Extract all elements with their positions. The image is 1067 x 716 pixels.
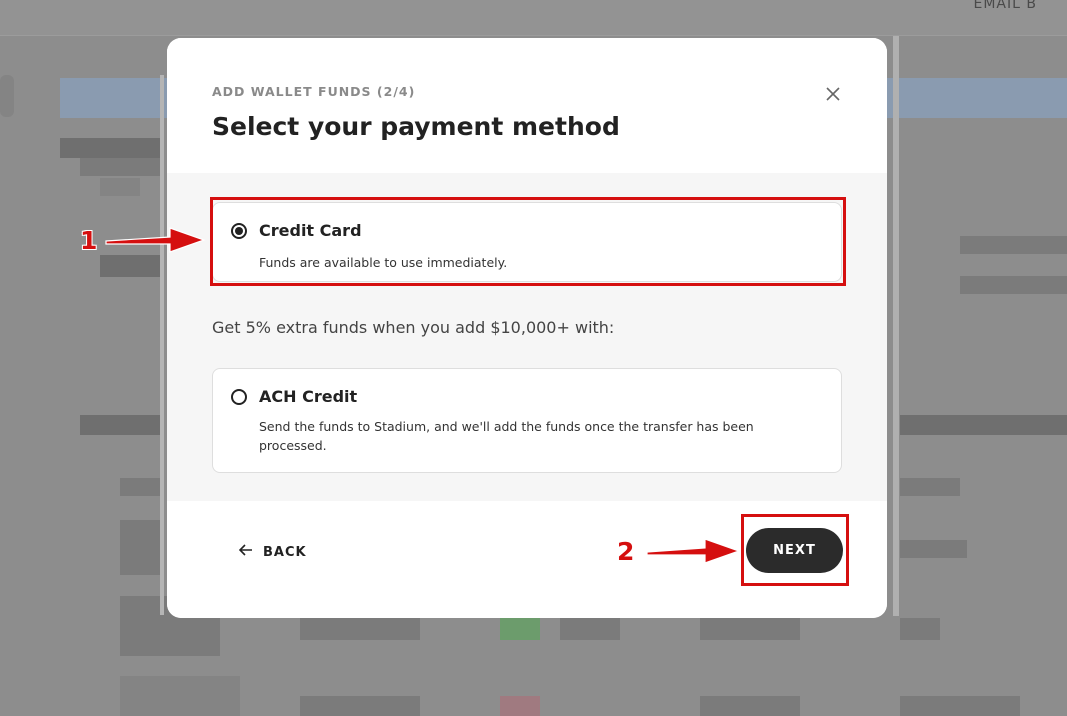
payment-option-credit-card[interactable]: Credit Card Funds are available to use i… bbox=[212, 202, 842, 282]
annotation-number-1: 1 bbox=[80, 226, 98, 255]
radio-unselected-icon[interactable] bbox=[231, 389, 247, 405]
background-block bbox=[120, 478, 160, 496]
background-block bbox=[100, 178, 140, 196]
back-button-label: BACK bbox=[263, 544, 307, 560]
background-block bbox=[960, 236, 1067, 254]
background-block bbox=[0, 75, 14, 117]
arrow-left-icon bbox=[238, 544, 253, 560]
add-wallet-funds-modal: ADD WALLET FUNDS (2/4) Select your payme… bbox=[167, 38, 887, 618]
background-block bbox=[120, 676, 240, 716]
background-block bbox=[120, 520, 160, 575]
background-block bbox=[80, 158, 160, 176]
background-block bbox=[900, 415, 1067, 435]
background-topbar: EMAIL B bbox=[0, 0, 1067, 36]
background-block bbox=[900, 540, 967, 558]
next-button[interactable]: NEXT bbox=[746, 528, 843, 573]
promo-text: Get 5% extra funds when you add $10,000+… bbox=[212, 318, 615, 337]
payment-option-description: Funds are available to use immediately. bbox=[259, 255, 508, 270]
back-button[interactable]: BACK bbox=[238, 540, 307, 564]
background-block bbox=[60, 138, 160, 158]
background-block bbox=[300, 696, 420, 716]
payment-method-list: Credit Card Funds are available to use i… bbox=[167, 173, 887, 501]
background-block bbox=[100, 255, 160, 277]
background-block bbox=[500, 696, 540, 716]
payment-option-title: Credit Card bbox=[259, 221, 362, 240]
payment-option-title: ACH Credit bbox=[259, 387, 358, 406]
background-block bbox=[900, 696, 1020, 716]
payment-option-ach-credit[interactable]: ACH Credit Send the funds to Stadium, an… bbox=[212, 368, 842, 473]
background-block bbox=[700, 618, 800, 640]
background-block bbox=[500, 618, 540, 640]
step-indicator: ADD WALLET FUNDS (2/4) bbox=[212, 84, 416, 99]
background-block bbox=[900, 478, 960, 496]
payment-option-description: Send the funds to Stadium, and we'll add… bbox=[259, 419, 754, 453]
background-block bbox=[60, 78, 170, 118]
background-block bbox=[80, 415, 160, 435]
radio-selected-icon[interactable] bbox=[231, 223, 247, 239]
background-topbar-text: EMAIL B bbox=[973, 0, 1037, 12]
modal-title: Select your payment method bbox=[212, 112, 620, 141]
background-divider bbox=[160, 75, 164, 615]
background-block bbox=[887, 78, 1067, 118]
modal-header: ADD WALLET FUNDS (2/4) Select your payme… bbox=[167, 38, 887, 173]
background-block bbox=[700, 696, 800, 716]
background-block bbox=[560, 618, 620, 640]
annotation-number-2: 2 bbox=[617, 537, 635, 566]
background-block bbox=[960, 276, 1067, 294]
close-icon[interactable] bbox=[819, 80, 847, 108]
modal-footer: BACK NEXT bbox=[167, 501, 887, 618]
background-block bbox=[900, 618, 940, 640]
background-block bbox=[300, 618, 420, 640]
background-divider bbox=[893, 36, 899, 616]
